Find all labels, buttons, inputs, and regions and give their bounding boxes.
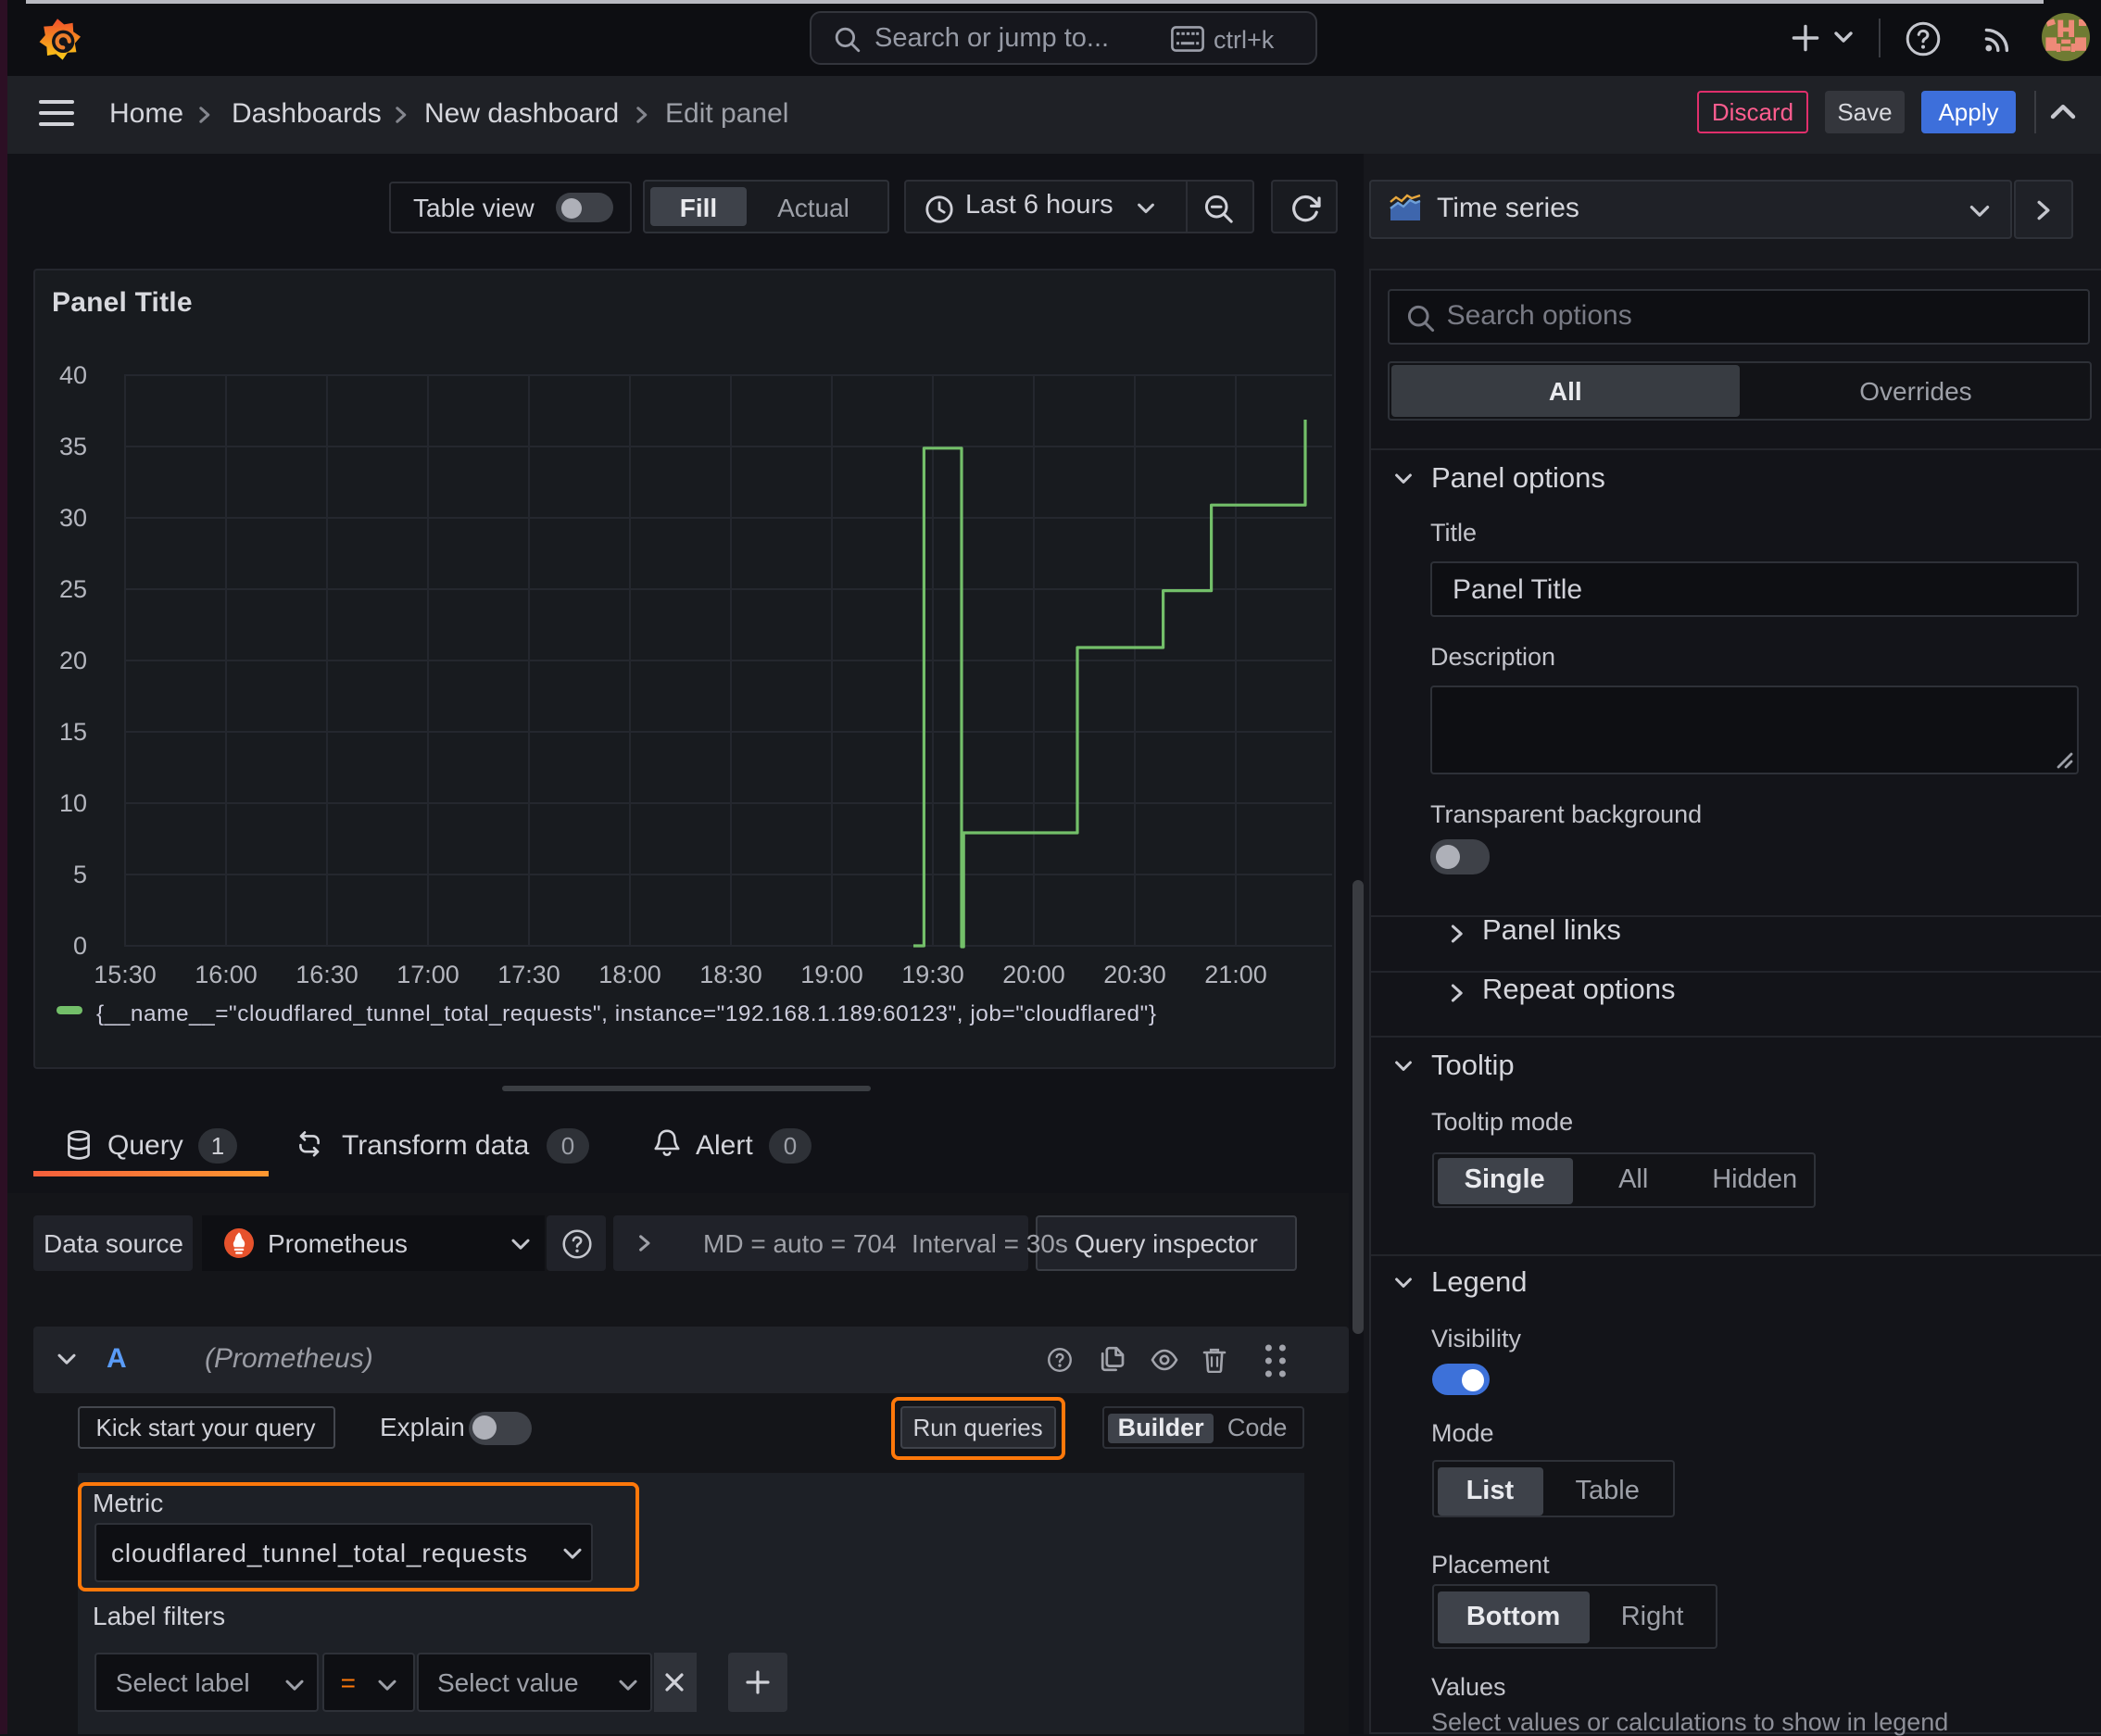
- svg-text:40: 40: [58, 360, 86, 388]
- svg-text:17:30: 17:30: [497, 960, 560, 988]
- svg-text:19:00: 19:00: [799, 960, 862, 988]
- svg-text:18:30: 18:30: [698, 960, 761, 988]
- svg-text:19:30: 19:30: [900, 960, 963, 988]
- svg-text:0: 0: [72, 931, 86, 959]
- svg-text:20:00: 20:00: [1001, 960, 1064, 988]
- svg-text:{__name__="cloudflared_tunnel_: {__name__="cloudflared_tunnel_total_requ…: [95, 1000, 1155, 1025]
- svg-text:20: 20: [58, 646, 86, 673]
- svg-text:15:30: 15:30: [93, 960, 156, 988]
- svg-text:16:00: 16:00: [194, 960, 257, 988]
- svg-text:20:30: 20:30: [1102, 960, 1165, 988]
- svg-text:21:00: 21:00: [1203, 960, 1266, 988]
- svg-text:10: 10: [58, 788, 86, 816]
- svg-text:18:00: 18:00: [598, 960, 660, 988]
- svg-text:25: 25: [58, 574, 86, 602]
- svg-text:5: 5: [72, 860, 86, 887]
- svg-text:17:00: 17:00: [396, 960, 459, 988]
- svg-text:16:30: 16:30: [295, 960, 358, 988]
- svg-text:30: 30: [58, 503, 86, 531]
- svg-text:15: 15: [58, 717, 86, 745]
- svg-text:35: 35: [58, 432, 86, 459]
